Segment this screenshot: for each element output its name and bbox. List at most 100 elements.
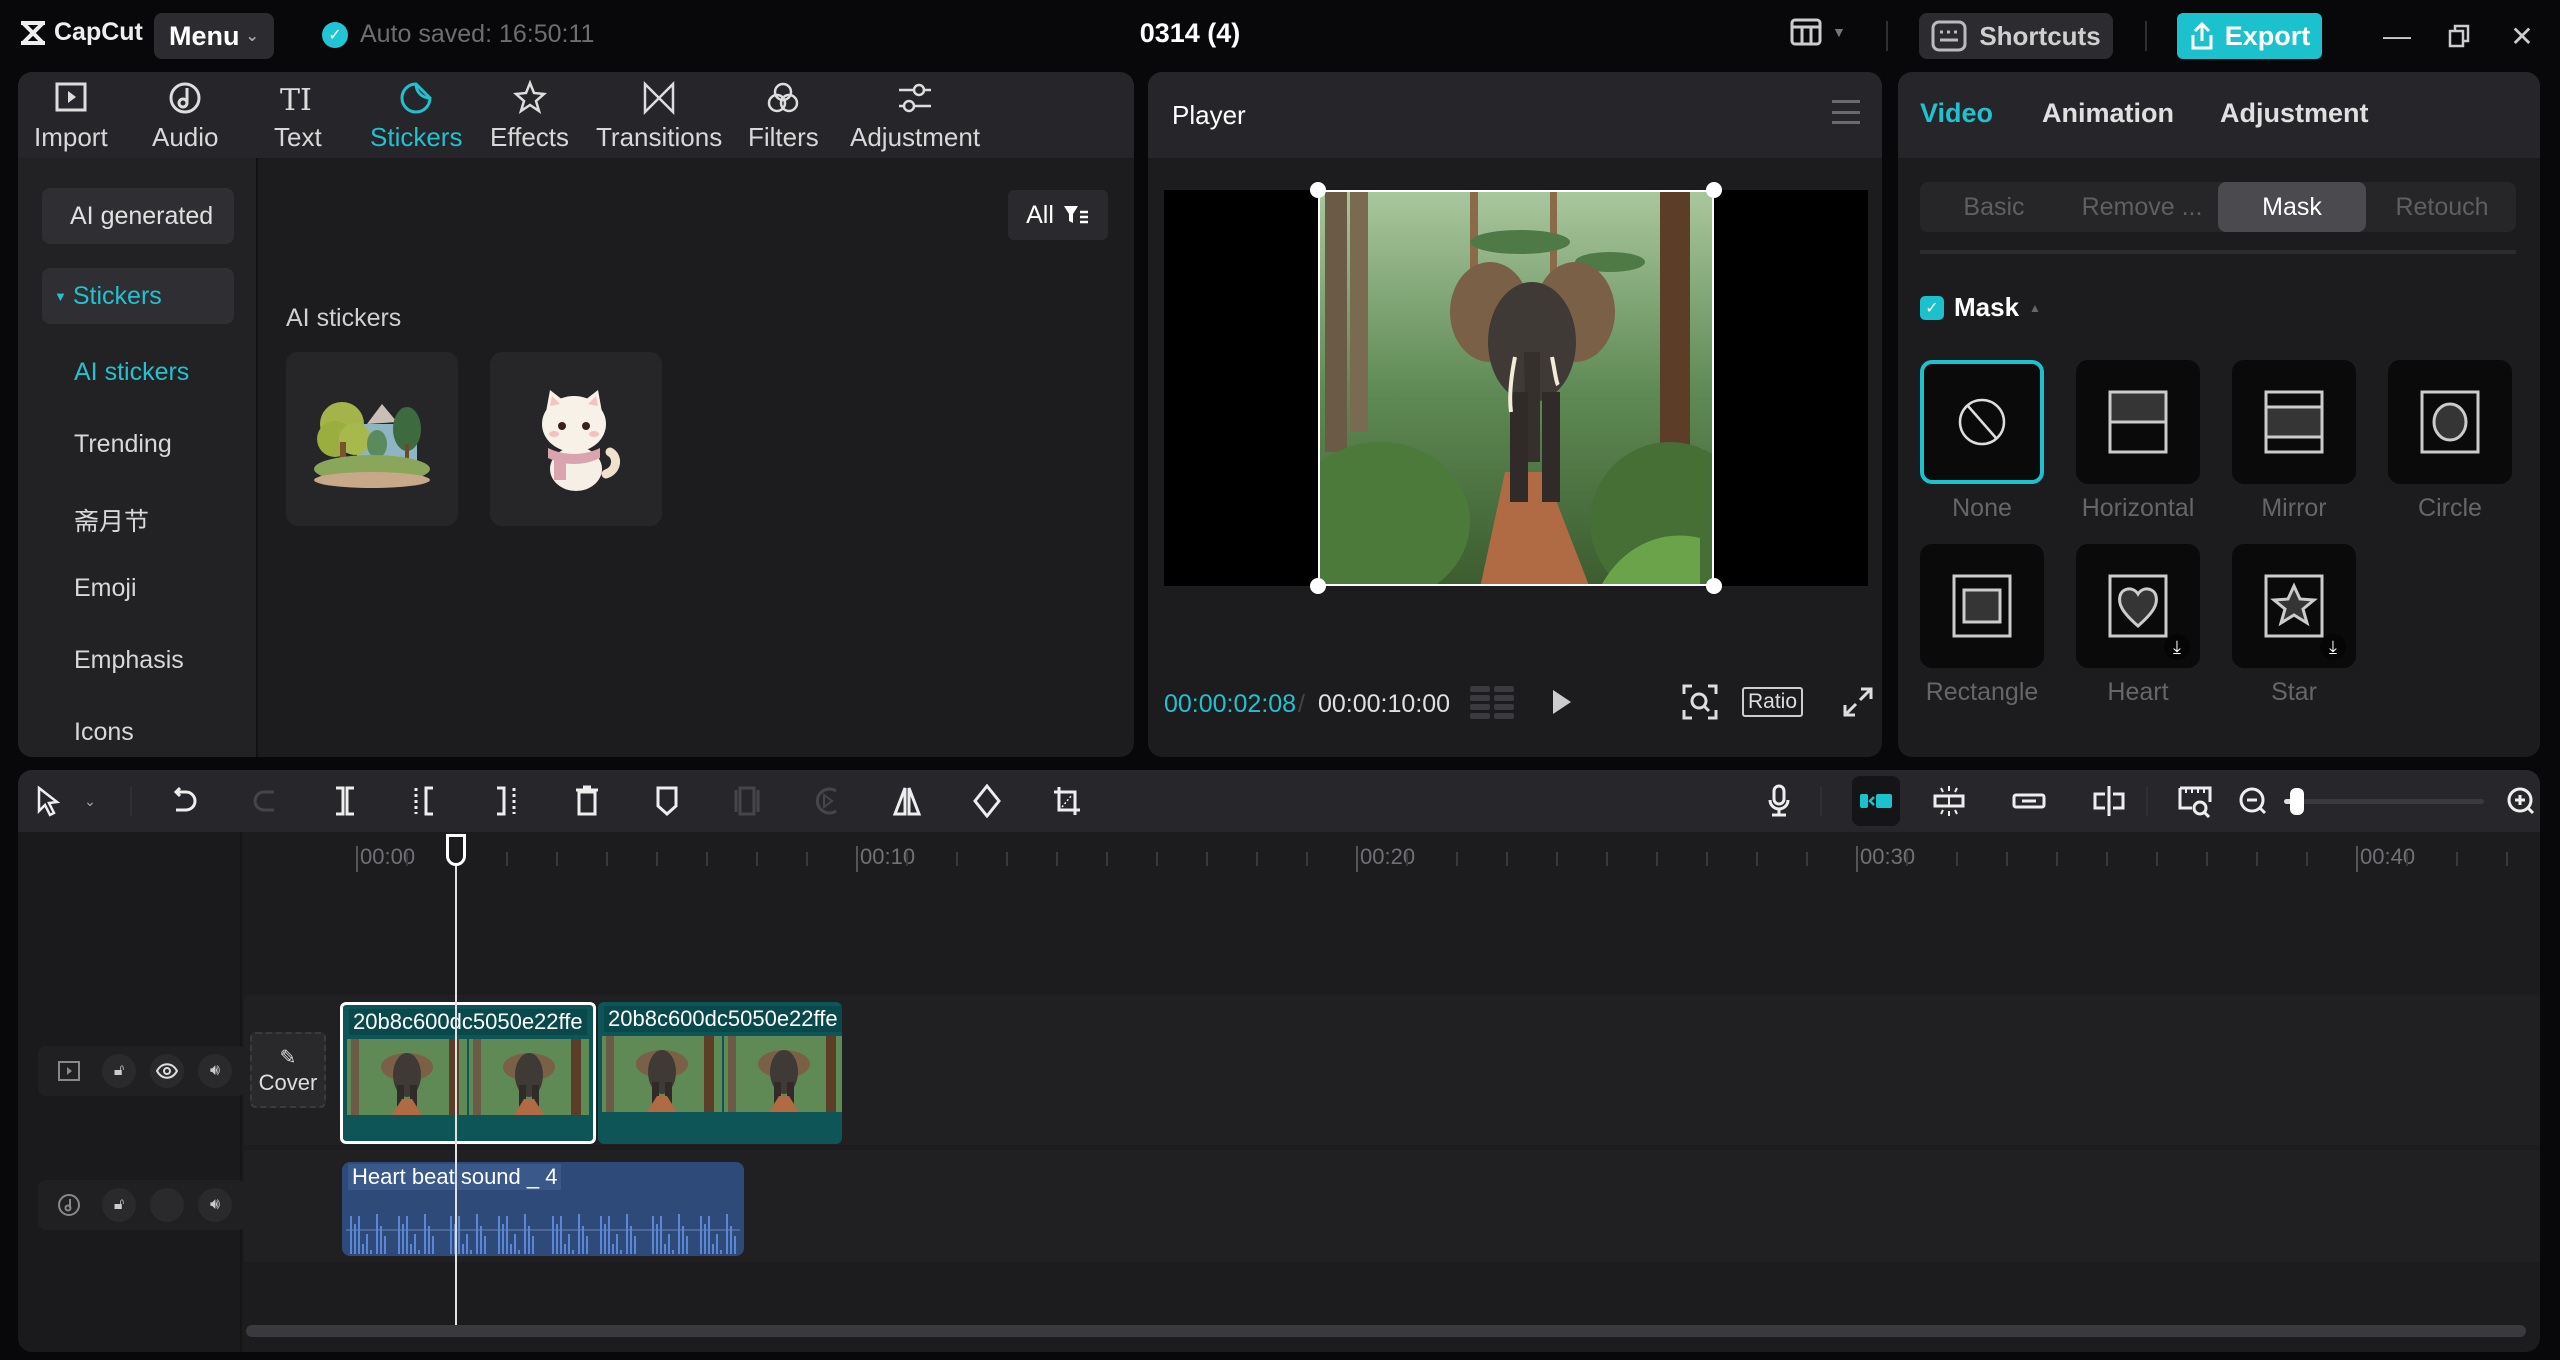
mask-option-horizontal[interactable]: Horizontal [2076,360,2200,523]
ratio-button[interactable]: Ratio [1742,680,1804,724]
freeze-button[interactable] [730,784,764,818]
auto-snap-button[interactable] [1932,784,1966,818]
download-icon[interactable]: ⤓ [2164,634,2190,660]
zoom-preview-button[interactable] [1678,680,1722,724]
eye-icon[interactable] [150,1054,184,1088]
sticker-item[interactable] [490,352,662,526]
mask-option-rectangle[interactable]: Rectangle [1920,544,2044,707]
playhead-handle[interactable] [446,834,466,866]
video-preview[interactable] [1318,190,1714,586]
layout-button[interactable]: ▼ [1790,18,1846,46]
mask-option-star[interactable]: ⤓ Star [2232,544,2356,707]
mask-option-mirror[interactable]: Mirror [2232,360,2356,523]
undo-button[interactable] [168,784,202,818]
resize-handle-top-right[interactable] [1706,182,1722,198]
menu-button[interactable]: Menu ⌄ [154,13,274,59]
mask-tile[interactable] [1920,544,2044,668]
main-track-magnet-button[interactable] [1852,776,1900,826]
tab-stickers[interactable]: Stickers [370,80,462,153]
caret-up-icon[interactable]: ▲ [2029,301,2041,315]
tab-import[interactable]: Import [34,80,108,153]
mask-tile[interactable] [2076,360,2200,484]
shortcuts-button[interactable]: Shortcuts [1919,13,2113,59]
crop-button[interactable] [1050,784,1084,818]
fullscreen-button[interactable] [1838,680,1878,724]
reverse-button[interactable] [810,784,844,818]
mask-tile[interactable] [1920,360,2044,484]
mask-tile[interactable] [2388,360,2512,484]
mask-option-heart[interactable]: ⤓ Heart [2076,544,2200,707]
sidebar-item-ramadan[interactable]: 斋月节 [74,502,149,538]
subtab-mask[interactable]: Mask [2218,182,2366,232]
subtab-remove[interactable]: Remove ... [2068,182,2216,232]
play-button[interactable] [1542,680,1582,724]
mirror-flip-button[interactable] [890,784,924,818]
zoom-slider-thumb[interactable] [2290,788,2304,815]
marker-button[interactable] [650,784,684,818]
time-ruler[interactable]: 00:00 00:10 00:20 00:30 00:40 [244,832,2540,882]
tab-transitions[interactable]: Transitions [596,80,722,153]
resize-handle-bottom-left[interactable] [1310,578,1326,594]
export-button[interactable]: Export [2177,13,2322,59]
checkbox-checked-icon[interactable]: ✓ [1920,295,1944,320]
subtab-retouch[interactable]: Retouch [2368,182,2516,232]
preview-axis-button[interactable] [2092,784,2126,818]
mask-tile[interactable]: ⤓ [2232,544,2356,668]
sidebar-item-emoji[interactable]: Emoji [74,574,137,603]
select-tool-dropdown[interactable]: ⌄ [80,784,100,818]
resize-handle-bottom-right[interactable] [1706,578,1722,594]
rotate-button[interactable] [970,784,1004,818]
download-icon[interactable]: ⤓ [2320,634,2346,660]
lock-icon[interactable]: 🔓︎ [102,1054,136,1088]
tab-animation[interactable]: Animation [2042,98,2174,129]
trim-right-button[interactable] [488,784,522,818]
playhead-line[interactable] [455,836,457,1336]
select-tool-button[interactable] [32,784,66,818]
video-clip[interactable]: 20b8c600dc5050e22ffe [598,1002,842,1144]
sidebar-item-icons[interactable]: Icons [74,718,134,747]
mask-tile[interactable] [2232,360,2356,484]
tab-video[interactable]: Video [1920,98,1993,129]
tab-filters[interactable]: Filters [748,80,819,153]
trim-left-button[interactable] [408,784,442,818]
split-button[interactable] [328,784,362,818]
timeline-scrollbar[interactable] [246,1325,2526,1337]
mask-toggle[interactable]: ✓ Mask ▲ [1920,292,2041,323]
record-audio-button[interactable] [1762,784,1796,818]
speaker-icon[interactable]: 🔊︎ [198,1188,232,1222]
sidebar-item-emphasis[interactable]: Emphasis [74,646,184,675]
sidebar-item-trending[interactable]: Trending [74,430,172,459]
tab-effects[interactable]: Effects [490,80,569,153]
zoom-to-fit-button[interactable] [2178,784,2212,818]
ai-generated-button[interactable]: AI generated [42,188,234,244]
sticker-item[interactable] [286,352,458,526]
mask-tile[interactable]: ⤓ [2076,544,2200,668]
tab-audio[interactable]: Audio [152,80,219,153]
resize-handle-top-left[interactable] [1310,182,1326,198]
stickers-category[interactable]: ▼ Stickers [42,268,234,324]
restore-button[interactable] [2434,14,2484,58]
subtab-basic[interactable]: Basic [1920,182,2068,232]
close-button[interactable]: ✕ [2497,14,2547,58]
mask-option-circle[interactable]: Circle [2388,360,2512,523]
tab-adjustment-inspector[interactable]: Adjustment [2220,98,2369,129]
tab-adjustment[interactable]: Adjustment [850,80,980,153]
video-clip-selected[interactable]: 20b8c600dc5050e22ffe [340,1002,596,1144]
delete-button[interactable] [570,784,604,818]
audio-clip[interactable]: Heart beat sound _ 4 [342,1162,744,1256]
link-clips-button[interactable] [2012,784,2046,818]
speaker-icon[interactable]: 🔊︎ [198,1054,232,1088]
sidebar-item-ai-stickers[interactable]: AI stickers [74,358,189,387]
filter-button[interactable]: All [1008,190,1108,240]
lock-icon[interactable]: 🔓︎ [102,1188,136,1222]
minimize-button[interactable]: — [2372,14,2422,58]
grid-view-button[interactable] [1470,680,1514,724]
mask-option-none[interactable]: None [1920,360,2044,523]
redo-button[interactable] [248,784,282,818]
cover-button[interactable]: ✎ Cover [250,1032,326,1108]
zoom-in-button[interactable] [2504,784,2538,818]
hamburger-menu-icon[interactable] [1832,100,1860,124]
tab-text[interactable]: TI Text [274,80,322,153]
zoom-out-button[interactable] [2236,784,2270,818]
zoom-slider[interactable] [2284,788,2484,815]
